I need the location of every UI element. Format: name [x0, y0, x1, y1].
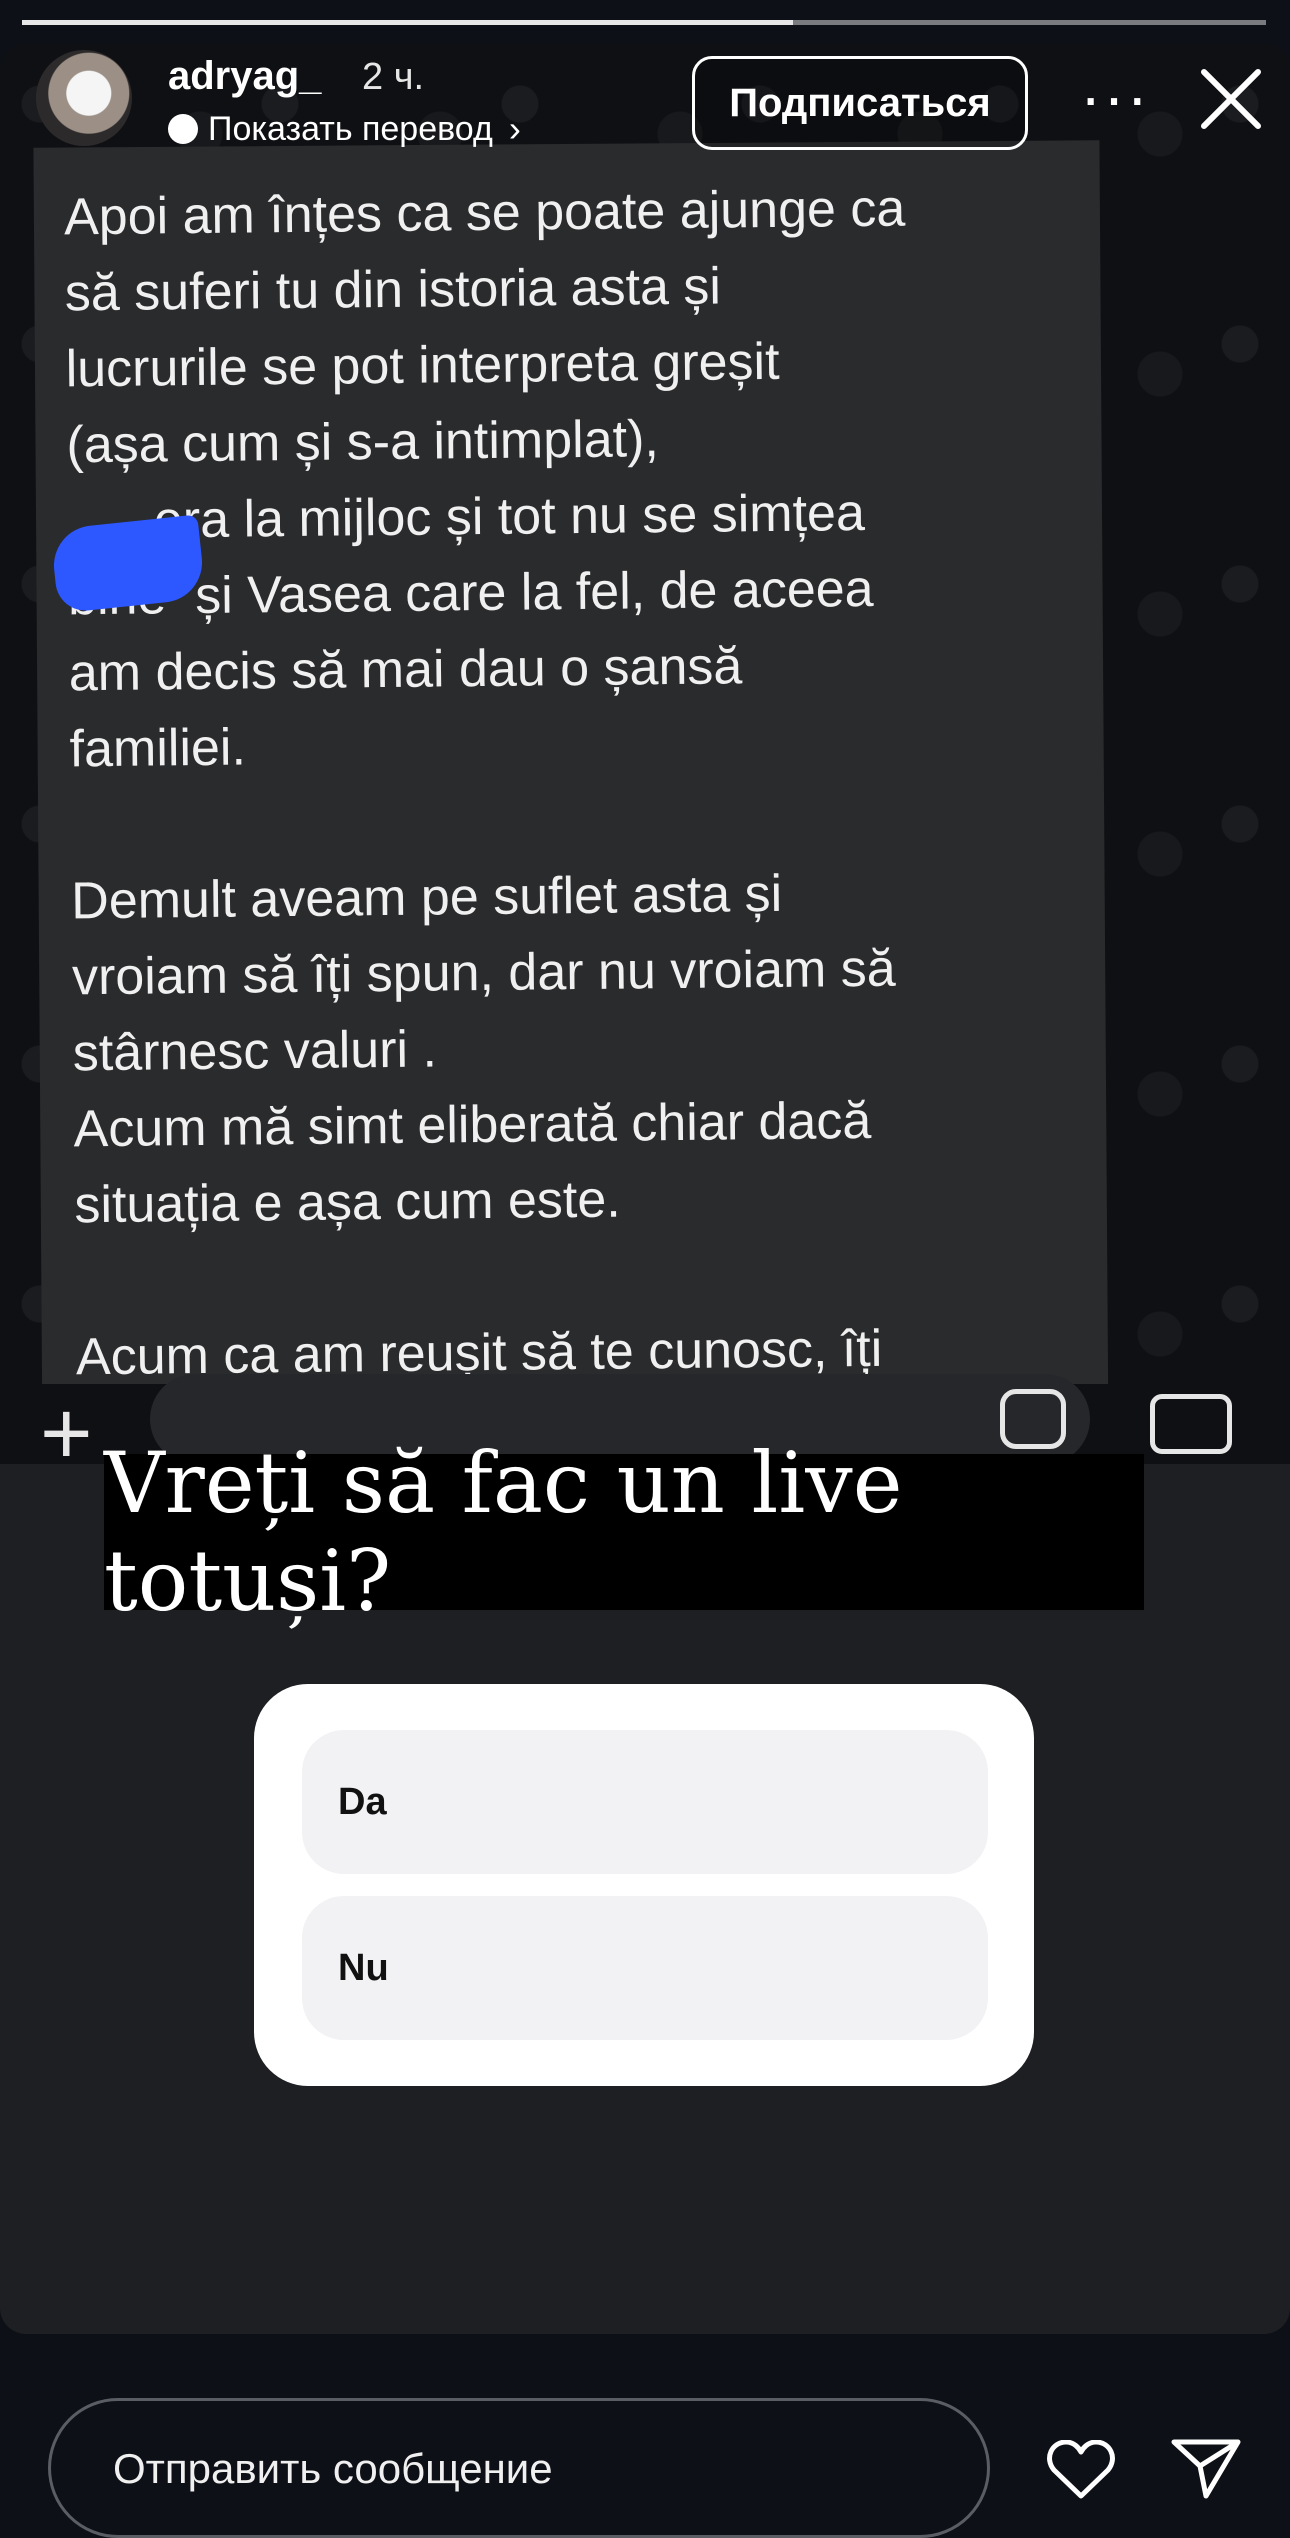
- poll-option-label: Da: [338, 1780, 387, 1823]
- show-translation-link[interactable]: Показать перевод ›: [168, 108, 521, 150]
- chat-screenshot: Apoi am înțes ca se poate ajunge ca să s…: [0, 44, 1290, 1479]
- username[interactable]: adryag_: [168, 54, 321, 99]
- chevron-right-icon: ›: [508, 108, 521, 149]
- more-options-icon[interactable]: ···: [1080, 60, 1150, 134]
- progress-remaining: [793, 20, 1266, 25]
- plus-icon: +: [40, 1384, 93, 1484]
- story-card: Apoi am înțes ca se poate ajunge ca să s…: [0, 44, 1290, 2334]
- poll-card: Da Nu: [254, 1684, 1034, 2086]
- send-message-input[interactable]: Отправить сообщение: [48, 2398, 990, 2538]
- poll-option-label: Nu: [338, 1946, 389, 1989]
- translate-label: Показать перевод: [208, 109, 493, 148]
- avatar[interactable]: [36, 50, 132, 146]
- camera-icon: [1150, 1394, 1232, 1454]
- progress-fill: [22, 20, 794, 25]
- poll-option-nu[interactable]: Nu: [302, 1896, 988, 2040]
- heart-icon[interactable]: [1046, 2440, 1116, 2500]
- question-sticker: Vreți să fac un live totuși?: [104, 1434, 1144, 1630]
- poll-option-da[interactable]: Da: [302, 1730, 988, 1874]
- story-progress-bar: [22, 20, 1266, 25]
- translate-bubble-icon: [168, 114, 198, 144]
- question-text: Vreți să fac un live totuși?: [104, 1434, 903, 1630]
- follow-button[interactable]: Подписаться: [692, 56, 1028, 150]
- message-text: Apoi am înțes ca se poate ajunge ca să s…: [63, 179, 906, 1387]
- post-time: 2 ч.: [362, 56, 425, 98]
- send-icon[interactable]: [1170, 2436, 1242, 2500]
- close-icon[interactable]: [1196, 64, 1266, 134]
